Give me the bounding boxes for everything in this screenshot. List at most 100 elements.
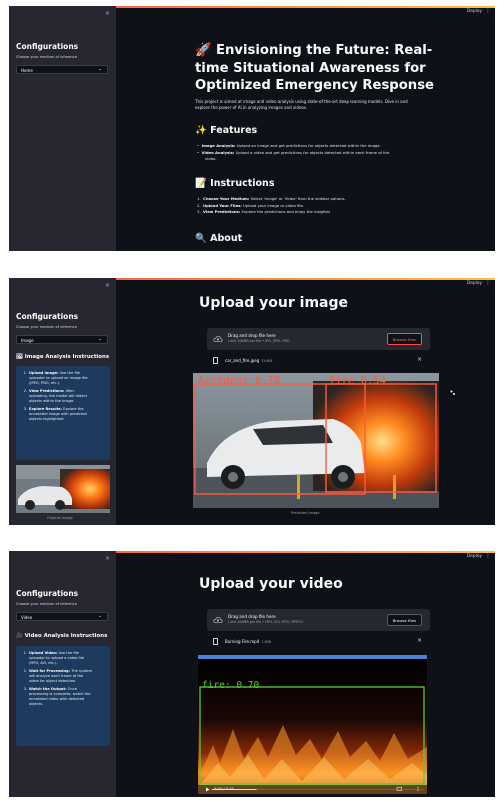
- main-menu-icon[interactable]: ⋮: [485, 553, 491, 559]
- deploy-button[interactable]: Deploy: [467, 9, 482, 14]
- list-item: 1. Upload Video: Use the file uploader to …: [23, 651, 84, 666]
- file-uploader[interactable]: Drag and drop file here Limit 200MB per …: [207, 609, 430, 631]
- original-image-caption: Original Image: [47, 516, 73, 520]
- file-uploader[interactable]: Drag and drop file here Limit 200MB per …: [207, 328, 430, 350]
- cursor-icon: [450, 381, 455, 395]
- rocket-icon: 🚀: [195, 43, 212, 58]
- instructions-list: 1. Choose Your Medium: Select 'Image' or…: [197, 196, 346, 216]
- remove-file-icon[interactable]: ×: [417, 637, 422, 644]
- file-icon: [213, 357, 218, 364]
- detection-label-accident: Accident 0.70: [198, 375, 281, 387]
- list-item: 2. Wait for Processing: The system will an…: [23, 668, 93, 683]
- image-screen: × Configurations Choose your medium of i…: [9, 278, 495, 525]
- cloud-upload-icon: [213, 336, 223, 342]
- sidebar: × Configurations Choose your medium of i…: [9, 551, 116, 797]
- sidebar: × Configurations Choose your medium of i…: [9, 278, 116, 525]
- file-size: 1.4MB: [261, 640, 271, 644]
- uploaded-file-row: Burning Fire.mp4 1.4MB ×: [207, 637, 430, 647]
- instructions-heading-text: Image Analysis Instructions: [24, 354, 110, 360]
- detection-label-fire: fire 0.54: [329, 375, 386, 387]
- title-line-2: time Situational Awareness for: [195, 60, 426, 76]
- deploy-button[interactable]: Deploy: [467, 281, 482, 286]
- list-item: 2. Upload Your Files: Upload your image …: [197, 202, 304, 208]
- features-list: • Image Analysis: Upload an image and ge…: [197, 143, 389, 163]
- medium-label: Choose your medium of inference: [16, 55, 77, 59]
- home-screen: × Configurations Choose your medium of i…: [9, 6, 495, 251]
- page-title: Upload your video: [199, 576, 343, 592]
- medium-label: Choose your medium of inference: [16, 325, 77, 329]
- picture-icon: 🖼: [16, 354, 23, 360]
- sidebar-title: Configurations: [16, 312, 79, 321]
- medium-select-value: Home: [21, 68, 33, 74]
- browse-files-button[interactable]: Browse files: [386, 333, 422, 345]
- magnifier-icon: 🔍: [195, 233, 207, 244]
- file-size: 33.6KB: [261, 359, 273, 363]
- more-options-icon[interactable]: [417, 787, 419, 788]
- instructions-heading: 📝 Instructions: [195, 178, 274, 189]
- about-heading-text: About: [210, 233, 243, 244]
- list-item-continuation: video.: [205, 156, 217, 162]
- medium-select[interactable]: Image ⌄: [16, 335, 108, 344]
- instructions-box: 1. Upload Video: Use the file uploader to …: [16, 646, 110, 746]
- uploaded-file-row: car_and_fire.jpeg 33.6KB ×: [207, 356, 430, 366]
- intro-paragraph: This project is aimed at image and video…: [195, 99, 408, 111]
- original-image: [16, 465, 110, 513]
- page-title: 🚀 Envisioning the Future: Real- time Sit…: [195, 42, 434, 95]
- instructions-box: 1. Upload Image: Use the file uploader to …: [16, 366, 110, 460]
- remove-file-icon[interactable]: ×: [417, 356, 422, 363]
- memo-icon: 📝: [195, 178, 207, 189]
- instructions-heading-text: Video Analysis Instructions: [24, 633, 108, 639]
- video-screen: × Configurations Choose your medium of i…: [9, 551, 495, 797]
- sparkles-icon: ✨: [195, 125, 207, 136]
- title-line-1: Envisioning the Future: Real-: [216, 43, 433, 58]
- features-heading: ✨ Features: [195, 125, 257, 136]
- medium-select-value: Video: [21, 615, 33, 621]
- main-menu-icon[interactable]: ⋮: [485, 280, 491, 286]
- list-item: 2. View Predictions: After uploading, the …: [23, 388, 88, 403]
- medium-select-value: Image: [21, 338, 34, 344]
- close-sidebar-icon[interactable]: ×: [105, 555, 110, 562]
- file-icon: [213, 638, 218, 645]
- instructions-heading: 🎥 Video Analysis Instructions: [16, 633, 107, 639]
- sidebar-title: Configurations: [16, 589, 79, 598]
- list-item: 3. Explore Results: Explore the annotated …: [23, 406, 87, 421]
- close-sidebar-icon[interactable]: ×: [105, 10, 110, 17]
- drop-text: Drag and drop file here: [228, 614, 276, 619]
- predicted-image-caption: Predicted Image: [291, 511, 320, 515]
- sidebar: × Configurations Choose your medium of i…: [9, 6, 116, 251]
- chevron-down-icon: ⌄: [98, 337, 102, 342]
- main-menu-icon[interactable]: ⋮: [485, 8, 491, 14]
- video-time: 0:04 / 0:19: [214, 786, 234, 791]
- list-item: 3. Watch the Output: Once processing is co…: [23, 686, 91, 706]
- features-heading-text: Features: [210, 125, 258, 136]
- page-title: Upload your image: [199, 295, 348, 311]
- file-name: Burning Fire.mp4: [225, 639, 260, 644]
- list-item: 3. View Predictions: Explore the predict…: [197, 209, 331, 215]
- chevron-down-icon: ⌄: [98, 67, 102, 72]
- medium-select[interactable]: Video ⌄: [16, 612, 108, 621]
- deploy-button[interactable]: Deploy: [467, 554, 482, 559]
- file-name: car_and_fire.jpeg: [225, 358, 260, 363]
- medium-label: Choose your medium of inference: [16, 602, 77, 606]
- intro-line-2: explore the power of AI in analyzing ima…: [195, 105, 308, 110]
- list-item: 1. Choose Your Medium: Select 'Image' or…: [197, 196, 346, 201]
- detection-label-fire: fire: 0.70: [202, 680, 260, 691]
- chevron-down-icon: ⌄: [98, 614, 102, 619]
- limit-text: Limit 200MB per file • JPG, JPEG, PNG: [228, 339, 290, 343]
- medium-select[interactable]: Home ⌄: [16, 65, 108, 74]
- drop-text: Drag and drop file here: [228, 333, 276, 338]
- browse-files-button[interactable]: Browse files: [386, 614, 422, 626]
- close-sidebar-icon[interactable]: ×: [105, 282, 110, 289]
- title-line-3: Optimized Emergency Response: [195, 78, 434, 93]
- cloud-upload-icon: [213, 617, 223, 623]
- list-item: • Image Analysis: Upload an image and ge…: [197, 143, 381, 148]
- list-item: 1. Upload Image: Use the file uploader to …: [23, 371, 88, 386]
- about-heading: 🔍 About: [195, 233, 242, 244]
- sidebar-title: Configurations: [16, 42, 79, 51]
- instructions-heading: 🖼 Image Analysis Instructions: [16, 354, 109, 360]
- predicted-image: [193, 373, 439, 508]
- list-item: • Video Analysis: Upload a video and get…: [197, 149, 390, 155]
- video-camera-icon: 🎥: [16, 633, 23, 639]
- limit-text: Limit 200MB per file • MP4, AVI, MOV, MP…: [228, 620, 303, 624]
- instructions-heading-text: Instructions: [210, 178, 275, 189]
